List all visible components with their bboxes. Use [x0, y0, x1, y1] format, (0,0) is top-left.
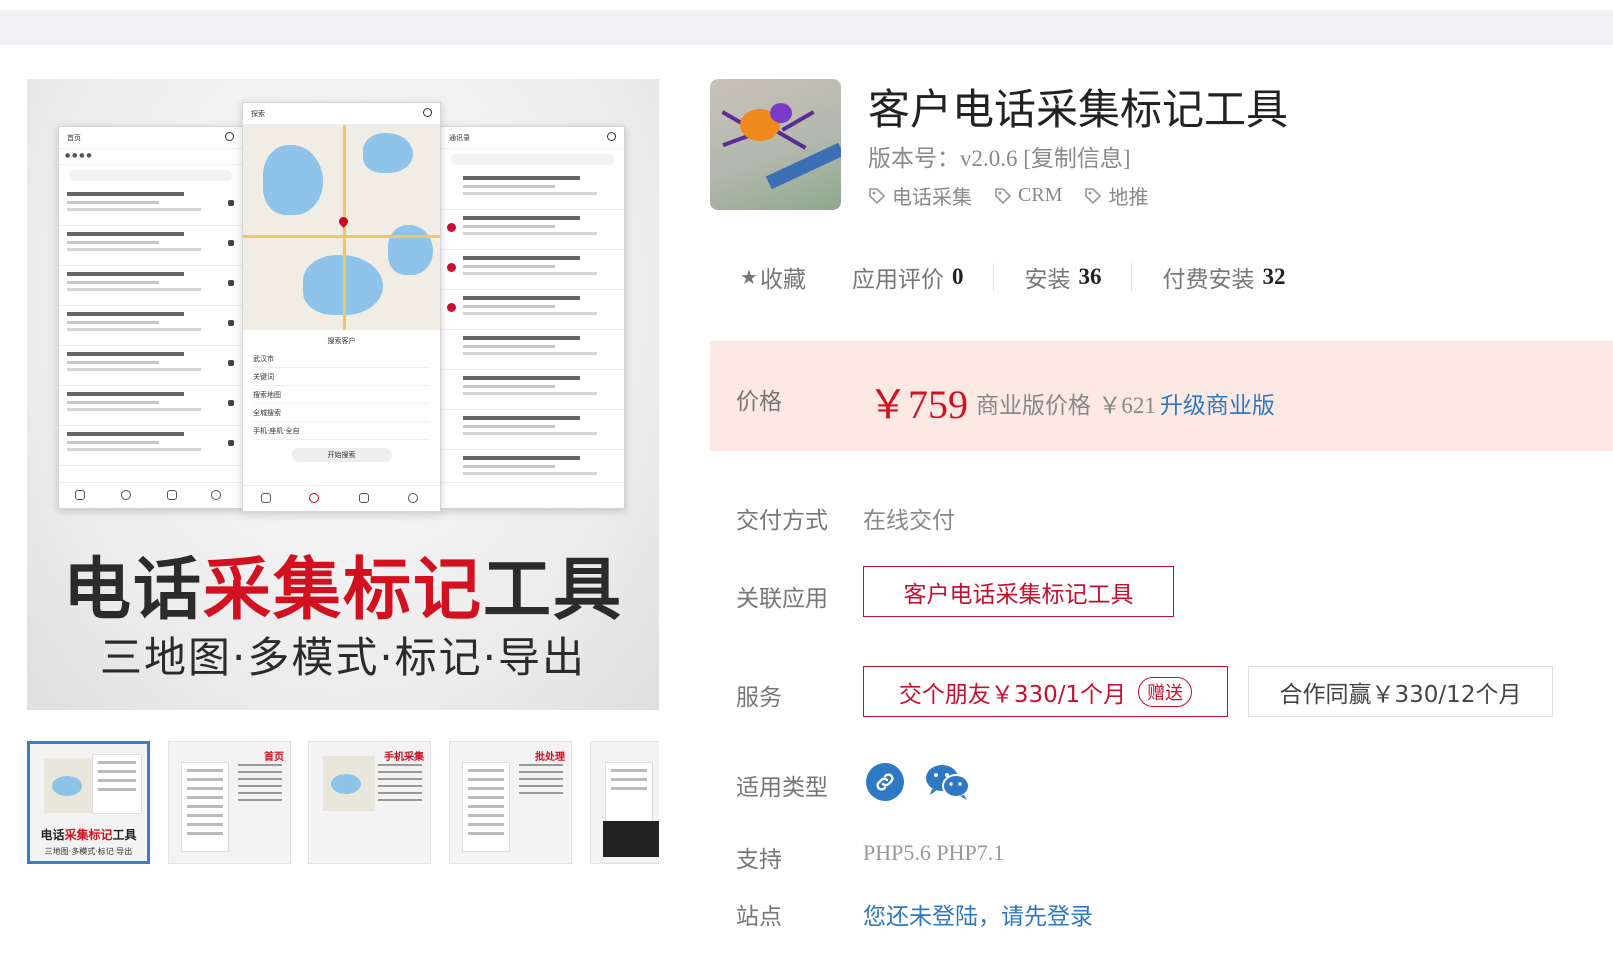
price-value: ￥759 — [868, 382, 968, 427]
upgrade-pro-link[interactable]: 升级商业版 — [1160, 393, 1275, 419]
pro-price: 商业版价格 ￥621 升级商业版 — [976, 393, 1275, 419]
thumbnail-1[interactable]: 电话采集标记工具 三地图·多模式·标记·导出 — [27, 741, 150, 864]
thumbnail-caption: 手机采集 — [384, 752, 424, 763]
site-label: 站点 — [736, 904, 782, 930]
tag-icon — [1084, 187, 1102, 205]
login-link[interactable]: 您还未登陆，请先登录 — [863, 897, 1093, 931]
tag-icon — [994, 187, 1012, 205]
phone-title: 通讯录 — [449, 134, 470, 142]
phone-title: 首页 — [67, 134, 81, 142]
sheet-item: 全城搜索 — [253, 404, 430, 422]
support-value: PHP5.6 PHP7.1 — [863, 840, 1005, 865]
thumbnail-5[interactable] — [590, 741, 659, 864]
tag-icon — [868, 187, 886, 205]
thumbnail-title: 电话采集标记工具 — [40, 828, 137, 842]
paid-install-stat: 付费安装 32 — [1162, 264, 1286, 293]
hero-title: 电话采集标记工具 — [62, 551, 624, 630]
related-app-label: 关联应用 — [736, 586, 828, 612]
settings-icon — [423, 108, 432, 117]
tag-item[interactable]: 电话采集 — [868, 181, 972, 210]
pro-price-value: ￥621 — [1098, 393, 1156, 418]
tag-item[interactable]: CRM — [994, 181, 1062, 210]
phone-search-bar — [451, 154, 614, 165]
main-preview-image: 首页 ● ● ● ● 探索 搜索客户 武汉市 关键词 搜索地图 全城搜索 手机· — [27, 79, 659, 710]
link-icon — [866, 763, 904, 801]
phone-title: 探索 — [251, 110, 265, 118]
thumbnail-caption: 批处理 — [535, 752, 565, 763]
wechat-icon — [924, 762, 972, 802]
gift-badge: 赠送 — [1138, 676, 1193, 707]
phone-mockup-contacts: 通讯录 — [440, 126, 625, 509]
sheet-item: 手机·座机·全自 — [253, 422, 430, 440]
map-pin-icon — [337, 215, 350, 228]
tag-list: 电话采集 CRM 地推 — [868, 181, 1148, 210]
sheet-item: 搜索地图 — [253, 386, 430, 404]
phone-search-bar — [69, 170, 232, 181]
support-label: 支持 — [736, 847, 782, 873]
service-option-label: 交个朋友￥330/1个月 — [898, 681, 1127, 708]
install-stat: 安装 36 — [1024, 264, 1102, 293]
version-number: v2.0.6 — [960, 146, 1018, 171]
service-label: 服务 — [736, 685, 782, 711]
hero-subtitle: 三地图·多模式·标记·导出 — [99, 633, 587, 682]
thumbnail-4[interactable]: 批处理 — [449, 741, 572, 864]
sheet-title: 搜索客户 — [327, 337, 356, 345]
settings-icon — [225, 132, 234, 141]
favorite-button[interactable]: ★ 收藏 — [740, 260, 806, 294]
sheet-item: 关键词 — [253, 368, 430, 386]
related-app-button[interactable]: 客户电话采集标记工具 — [863, 566, 1174, 617]
divider — [1131, 263, 1133, 291]
thumbnail-caption: 首页 — [264, 752, 284, 763]
thumbnail-subtitle: 三地图·多模式·标记·导出 — [44, 847, 133, 856]
thumbnail-3[interactable]: 手机采集 — [308, 741, 431, 864]
delivery-label: 交付方式 — [736, 508, 828, 534]
map-preview — [243, 125, 440, 330]
types-label: 适用类型 — [736, 775, 828, 801]
service-option-2[interactable]: 合作同赢￥330/12个月 — [1248, 666, 1553, 717]
copy-info-link[interactable]: [复制信息] — [1023, 146, 1130, 171]
app-title: 客户电话采集标记工具 — [868, 85, 1289, 134]
version-label: 版本号： — [868, 146, 960, 171]
version-info: 版本号：v2.0.6 [复制信息] — [868, 139, 1131, 173]
phone-tabs: ● ● ● ● — [59, 149, 242, 165]
price-label: 价格 — [736, 389, 782, 415]
stats-bar: ★ 收藏 应用评价 0 安装 36 付费安装 32 — [740, 260, 1285, 294]
paid-install-count: 32 — [1262, 264, 1286, 289]
rating-stat[interactable]: 应用评价 0 — [852, 260, 964, 294]
search-sheet: 搜索客户 武汉市 关键词 搜索地图 全城搜索 手机·座机·全自 开始搜索 — [243, 330, 440, 468]
phone-mockup-home: 首页 ● ● ● ● — [58, 126, 243, 509]
rating-count: 0 — [951, 264, 964, 289]
phone-mockup-explore: 探索 搜索客户 武汉市 关键词 搜索地图 全城搜索 手机·座机·全自 开始搜索 — [242, 102, 441, 512]
settings-icon — [607, 132, 616, 141]
thumbnail-2[interactable]: 首页 — [168, 741, 291, 864]
install-count: 36 — [1078, 264, 1102, 289]
service-option-1[interactable]: 交个朋友￥330/1个月 赠送 — [863, 666, 1228, 717]
thumbnail-strip: 电话采集标记工具 三地图·多模式·标记·导出 首页 手机采集 批处理 — [27, 741, 659, 864]
delivery-value: 在线交付 — [863, 508, 955, 534]
top-bar — [0, 10, 1613, 45]
app-icon — [710, 79, 841, 210]
tag-item[interactable]: 地推 — [1084, 181, 1148, 210]
star-icon: ★ — [740, 265, 758, 289]
sheet-item: 武汉市 — [253, 350, 430, 368]
divider — [993, 263, 995, 291]
sheet-search-button: 开始搜索 — [291, 448, 392, 462]
